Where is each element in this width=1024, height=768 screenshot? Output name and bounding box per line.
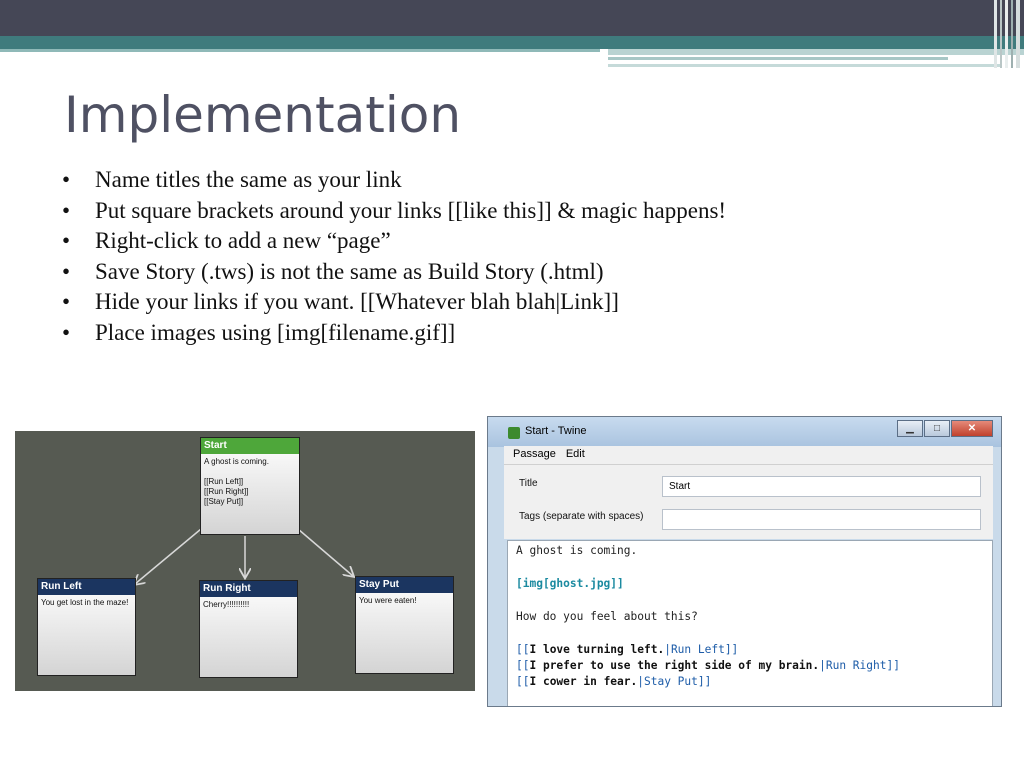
header-line [0, 49, 600, 52]
header-stripes [994, 0, 1024, 68]
link-open-brackets: [[ [516, 643, 530, 656]
link-arrow [135, 528, 202, 584]
passage-card-run-right[interactable]: Run Right Cherry!!!!!!!!!! [199, 580, 298, 678]
editor-link-line: [[I prefer to use the right side of my b… [516, 659, 900, 672]
bullet-marker: • [62, 258, 71, 284]
window-controls: ▁ □ ✕ [896, 420, 993, 438]
bullet-text: Hide your links if you want. [[Whatever … [95, 289, 619, 314]
passage-card-run-left[interactable]: Run Left You get lost in the maze! [37, 578, 136, 676]
passage-title: Run Left [38, 579, 135, 595]
slide-title: Implementation [64, 86, 462, 144]
bullet-marker: • [62, 197, 71, 223]
bullet-text: Save Story (.tws) is not the same as Bui… [95, 258, 604, 284]
tags-label: Tags (separate with spaces) [519, 511, 644, 522]
link-text: I prefer to use the right side of my bra… [529, 659, 820, 672]
link-text: I cower in fear. [529, 675, 638, 688]
passage-title: Stay Put [356, 577, 453, 593]
bullet-item: • Name titles the same as your link [62, 165, 782, 196]
link-open-brackets: [[ [516, 675, 530, 688]
title-input[interactable]: Start [662, 476, 981, 497]
minimize-icon[interactable]: ▁ [897, 420, 923, 437]
editor-line: How do you feel about this? [516, 610, 698, 623]
bullet-marker: • [62, 319, 71, 345]
twine-app-icon [508, 427, 520, 439]
bullet-item: • Place images using [img[filename.gif]] [62, 318, 782, 349]
passage-body: A ghost is coming. [[Run Left]] [[Run Ri… [204, 457, 269, 506]
tags-input[interactable] [662, 509, 981, 530]
bullet-item: • Hide your links if you want. [[Whatever… [62, 287, 782, 318]
bullet-item: • Save Story (.tws) is not the same as Bu… [62, 257, 782, 288]
passage-body: You get lost in the maze! [41, 598, 129, 607]
bullet-item: • Put square brackets around your links [… [62, 196, 782, 227]
close-icon[interactable]: ✕ [951, 420, 993, 437]
header-line [608, 49, 1024, 55]
link-arrow [297, 528, 353, 576]
link-target: |Stay Put]] [637, 675, 712, 688]
bullet-marker: • [62, 167, 71, 192]
bullet-text: Name titles the same as your link [95, 167, 402, 192]
header-bar-dark [0, 0, 1024, 36]
editor-line-image-tag: [img[ghost.jpg]] [516, 577, 624, 590]
link-target: |Run Left]] [664, 643, 739, 656]
passage-text-editor[interactable]: A ghost is coming. [img[ghost.jpg]] How … [507, 540, 993, 706]
passage-title: Start [201, 438, 299, 454]
editor-link-line: [[I cower in fear.|Stay Put]] [516, 675, 711, 688]
passage-form: Title Start Tags (separate with spaces) [504, 465, 993, 539]
link-target: |Run Right]] [819, 659, 900, 672]
passage-body: Cherry!!!!!!!!!! [203, 600, 250, 609]
passage-title: Run Right [200, 581, 297, 597]
editor-link-line: [[I love turning left.|Run Left]] [516, 643, 738, 656]
passage-card-start[interactable]: Start A ghost is coming. [[Run Left]] [[… [200, 437, 300, 535]
menu-passage[interactable]: Passage [504, 446, 560, 460]
link-open-brackets: [[ [516, 659, 530, 672]
window-titlebar[interactable]: Start - Twine ▁ □ ✕ [488, 417, 1001, 447]
header-bar-teal [0, 36, 1024, 49]
menu-bar: Passage Edit [504, 446, 993, 465]
editor-line: A ghost is coming. [516, 544, 638, 557]
passage-body: You were eaten! [359, 596, 417, 605]
story-map-diagram: Start A ghost is coming. [[Run Left]] [[… [15, 431, 475, 691]
menu-edit[interactable]: Edit [560, 446, 589, 460]
link-text: I love turning left. [529, 643, 665, 656]
title-label: Title [519, 478, 538, 489]
bullet-marker: • [62, 289, 71, 314]
bullet-list: • Name titles the same as your link • Put … [62, 165, 782, 348]
header-line [608, 57, 948, 60]
bullet-item: • Right-click to add a new “page” [62, 226, 782, 257]
twine-editor-window: Start - Twine ▁ □ ✕ Passage Edit Title St… [487, 416, 1002, 707]
bullet-text: Put square brackets around your links [[… [95, 197, 727, 223]
maximize-icon[interactable]: □ [924, 420, 950, 437]
bullet-text: Place images using [img[filename.gif]] [95, 319, 456, 345]
window-title: Start - Twine [525, 425, 587, 437]
bullet-marker: • [62, 228, 71, 253]
bullet-text: Right-click to add a new “page” [95, 228, 391, 253]
header-line [608, 64, 1000, 67]
passage-card-stay-put[interactable]: Stay Put You were eaten! [355, 576, 454, 674]
